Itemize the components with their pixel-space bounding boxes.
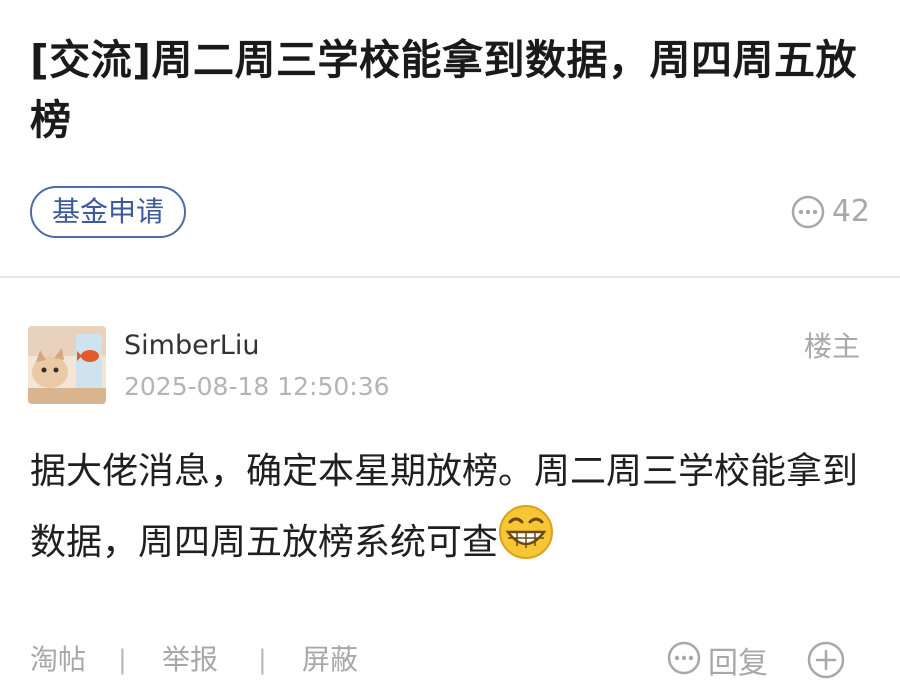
tao-tie-button[interactable]: 淘帖 xyxy=(30,642,86,678)
post-body-text: 据大佬消息，确定本星期放榜。周二周三学校能拿到数据，周四周五放榜系统可查 xyxy=(30,451,859,563)
post-timestamp: 2025-08-18 12:50:36 xyxy=(124,372,390,401)
report-button[interactable]: 举报 xyxy=(162,642,218,678)
thread-header: [交流]周二周三学校能拿到数据，周四周五放榜 基金申请 42 xyxy=(0,0,900,276)
comment-bubble-icon xyxy=(790,194,826,230)
author-row: SimberLiu 2025-08-18 12:50:36 楼主 xyxy=(0,320,900,410)
reply-bubble-icon xyxy=(666,640,702,687)
op-badge: 楼主 xyxy=(803,330,860,363)
reply-label: 回复 xyxy=(708,645,768,681)
category-tag[interactable]: 基金申请 xyxy=(30,186,187,238)
comment-count[interactable]: 42 xyxy=(790,194,870,230)
avatar[interactable] xyxy=(28,326,106,404)
post-body: 据大佬消息，确定本星期放榜。周二周三学校能拿到数据，周四周五放榜系统可查 xyxy=(30,440,870,575)
more-plus-icon[interactable] xyxy=(806,640,846,680)
post-action-bar: 淘帖 | 举报 | 屏蔽 回复 xyxy=(0,636,900,686)
action-separator: | xyxy=(118,645,127,675)
block-button[interactable]: 屏蔽 xyxy=(302,642,358,678)
thread-page: [交流]周二周三学校能拿到数据，周四周五放榜 基金申请 42 SimberLiu… xyxy=(0,0,900,698)
comment-count-value: 42 xyxy=(831,194,870,229)
action-separator: | xyxy=(258,645,267,675)
grinning-face-icon xyxy=(498,504,554,560)
thread-title: [交流]周二周三学校能拿到数据，周四周五放榜 xyxy=(30,36,857,144)
header-divider xyxy=(0,276,900,278)
reply-button[interactable]: 回复 xyxy=(666,640,768,687)
author-name[interactable]: SimberLiu xyxy=(124,330,259,362)
